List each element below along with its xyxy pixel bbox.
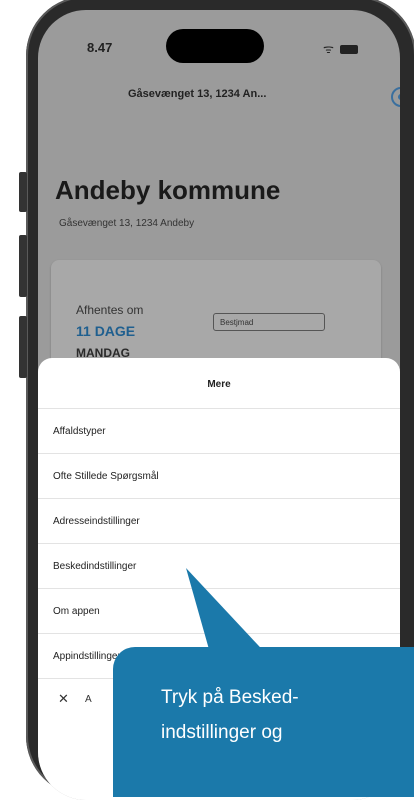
card-action-button[interactable]: Bestjmad xyxy=(213,313,325,331)
pickup-label: Afhentes om xyxy=(76,303,144,317)
callout-text: Tryk på Besked- indstillinger og xyxy=(161,680,401,750)
phone-side-button xyxy=(19,172,27,212)
menu-item-om-appen[interactable]: Om appen xyxy=(38,588,400,633)
menu-item-faq[interactable]: Ofte Stillede Spørgsmål xyxy=(38,453,400,498)
phone-side-button xyxy=(19,235,27,297)
menu-item-beskedindstillinger[interactable]: Beskedindstillinger xyxy=(38,543,400,588)
phone-side-button xyxy=(19,316,27,378)
battery-icon xyxy=(340,45,358,55)
header-address[interactable]: Gåsevænget 13, 1234 An... xyxy=(128,88,266,100)
page-subtitle: Gåsevænget 13, 1234 Andeby xyxy=(59,218,195,229)
status-icons: ᯤ xyxy=(323,40,358,57)
status-time: 8.47 xyxy=(87,40,113,55)
dynamic-island xyxy=(166,29,264,63)
status-bar: 8.47 ᯤ xyxy=(38,10,400,90)
wifi-icon: ᯤ xyxy=(323,42,336,56)
close-label: A xyxy=(85,694,92,705)
menu-item-affaldstyper[interactable]: Affaldstyper xyxy=(38,408,400,453)
pickup-days: 11 DAGE xyxy=(76,323,136,339)
sheet-title: Mere xyxy=(207,379,231,390)
close-icon[interactable]: ✕ xyxy=(58,691,69,707)
menu-item-adresseindstillinger[interactable]: Adresseindstillinger xyxy=(38,498,400,543)
gear-icon[interactable] xyxy=(391,87,400,107)
callout-line-2: indstillinger og xyxy=(161,722,283,743)
callout-line-1: Tryk på Besked- xyxy=(161,687,299,708)
page-title: Andeby kommune xyxy=(55,175,281,205)
